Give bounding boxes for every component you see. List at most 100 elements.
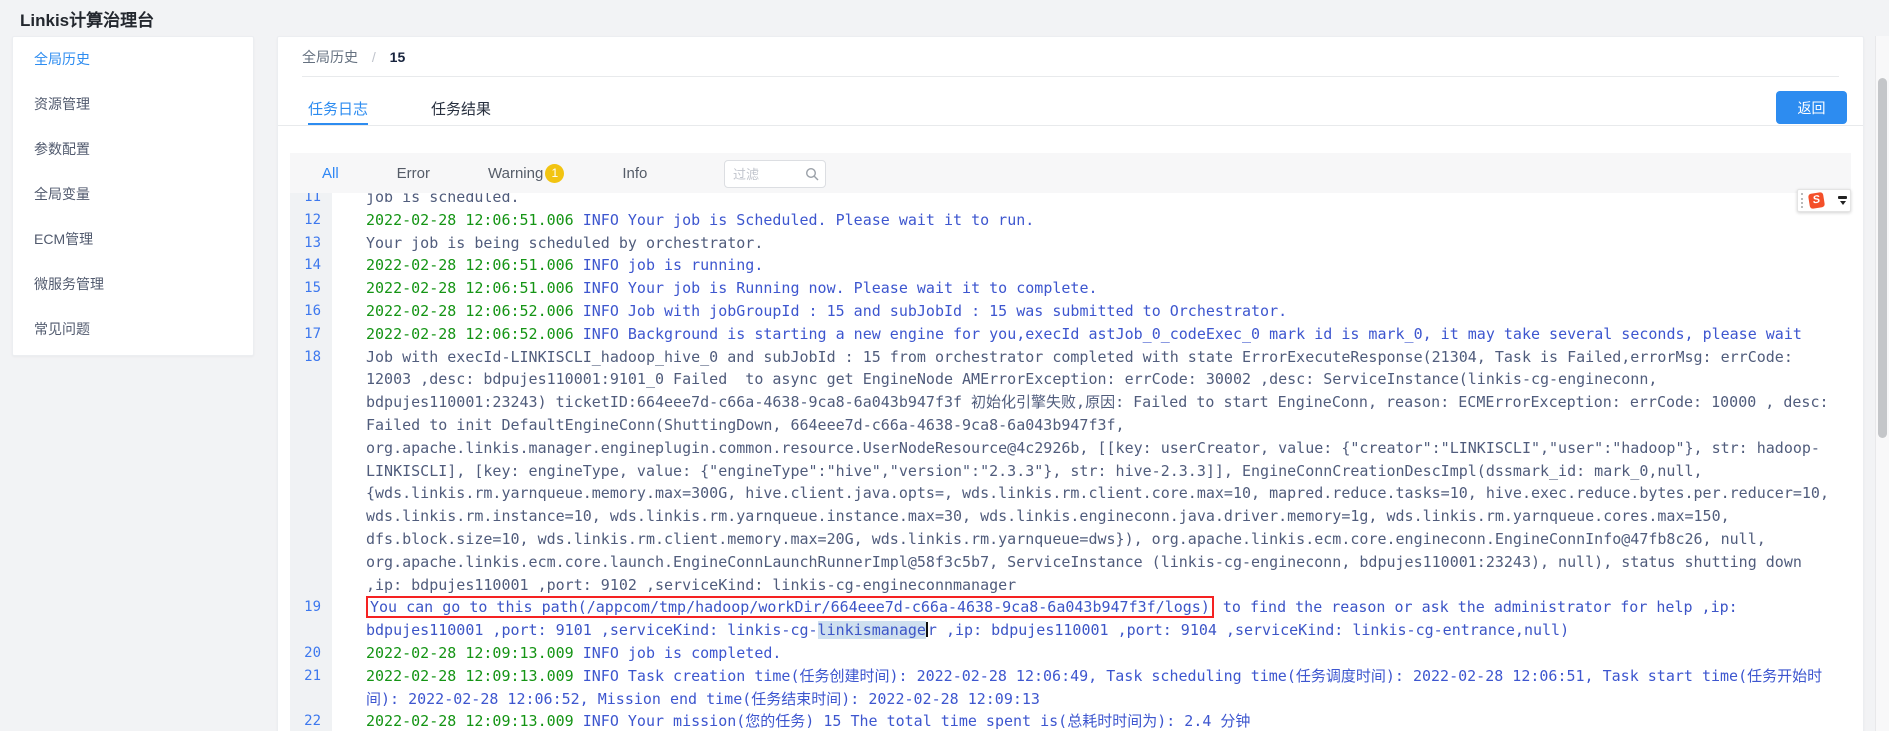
log-text: 2022-02-28 12:06:51.006 INFO Your job is… [332, 209, 1851, 232]
log-text: 2022-02-28 12:09:13.009 INFO Your missio… [332, 710, 1851, 731]
back-button[interactable]: 返回 [1776, 91, 1847, 124]
ime-menu-icon[interactable] [1838, 196, 1847, 205]
log-row: 19 You can go to this path(/appcom/tmp/ha… [290, 596, 1851, 642]
tab-task-result[interactable]: 任务结果 [431, 98, 491, 119]
log-text: Job with execId-LINKISCLI_hadoop_hive_0 … [332, 346, 1851, 597]
log-highlight-box: You can go to this path(/appcom/tmp/hado… [366, 596, 1214, 618]
vertical-scrollbar[interactable] [1875, 36, 1889, 731]
log-segment: 2022-02-28 12:06:51.006 [366, 211, 574, 229]
log-filter-tab[interactable]: Warning1 [488, 164, 564, 183]
breadcrumb-divider [302, 76, 1839, 77]
linkis-console-page: Linkis计算治理台 全局历史资源管理参数配置全局变量ECM管理微服务管理常见… [0, 0, 1889, 731]
log-text: Your job is being scheduled by orchestra… [332, 232, 1851, 255]
log-segment: Job with execId-LINKISCLI_hadoop_hive_0 … [366, 348, 1838, 594]
log-filter-tab[interactable]: Error [397, 165, 430, 182]
log-text: 2022-02-28 12:09:13.009 INFO Task creati… [332, 665, 1851, 711]
log-segment: r ,ip: bdpujes110001 ,port: 9104 ,servic… [928, 621, 1569, 639]
sidebar-item[interactable]: 参数配置 [13, 127, 253, 172]
sidebar-item[interactable]: 资源管理 [13, 82, 253, 127]
log-segment: 2022-02-28 12:06:51.006 [366, 279, 574, 297]
breadcrumb-separator: / [372, 49, 376, 65]
log-row: 202022-02-28 12:09:13.009 INFO job is co… [290, 642, 1851, 665]
selected-text: linkismanage [818, 621, 926, 639]
log-text: 2022-02-28 12:06:52.006 INFO Background … [332, 323, 1851, 346]
page-title: Linkis计算治理台 [20, 6, 154, 31]
sidebar: 全局历史资源管理参数配置全局变量ECM管理微服务管理常见问题 [12, 36, 254, 356]
sidebar-item[interactable]: 全局历史 [13, 37, 253, 82]
drag-handle-icon[interactable] [1801, 193, 1805, 208]
line-number: 11 [290, 193, 332, 209]
log-text: 2022-02-28 12:06:51.006 INFO Your job is… [332, 277, 1851, 300]
line-number: 13 [290, 232, 332, 255]
log-row: 172022-02-28 12:06:52.006 INFO Backgroun… [290, 323, 1851, 346]
log-filter-field [724, 160, 826, 188]
log-filter-tab[interactable]: All [322, 165, 339, 182]
line-number: 18 [290, 346, 332, 597]
log-segment: job is scheduled. [366, 193, 520, 206]
log-filter-tab[interactable]: Info [622, 165, 647, 182]
log-segment: 2022-02-28 12:06:51.006 [366, 256, 574, 274]
scrollbar-thumb[interactable] [1878, 78, 1887, 438]
log-segment: Your job is being scheduled by orchestra… [366, 234, 763, 252]
log-filter-bar: All Error Warning1 Info [290, 153, 1851, 193]
log-segment: INFO job is completed. [574, 644, 782, 662]
log-row: 212022-02-28 12:09:13.009 INFO Task crea… [290, 665, 1851, 711]
main-content-card: 全局历史 / 15 任务日志 任务结果 返回 All Error Warning1 I… [277, 36, 1864, 731]
tab-divider [278, 125, 1863, 126]
log-segment: 2022-02-28 12:09:13.009 [366, 644, 574, 662]
breadcrumb-current: 15 [390, 49, 406, 65]
log-segment: INFO Your job is Scheduled. Please wait … [574, 211, 1035, 229]
log-segment: INFO Background is starting a new engine… [574, 325, 1802, 343]
log-segment: INFO Your job is Running now. Please wai… [574, 279, 1098, 297]
log-row: 18Job with execId-LINKISCLI_hadoop_hive_… [290, 346, 1851, 597]
sidebar-item[interactable]: 全局变量 [13, 172, 253, 217]
line-number: 20 [290, 642, 332, 665]
log-segment: INFO Job with jobGroupId : 15 and subJob… [574, 302, 1287, 320]
log-text: You can go to this path(/appcom/tmp/hado… [332, 596, 1851, 642]
log-segment: 2022-02-28 12:09:13.009 [366, 712, 574, 730]
log-segment: INFO Task creation time(任务创建时间): 2022-02… [366, 667, 1822, 708]
log-row: 162022-02-28 12:06:52.006 INFO Job with … [290, 300, 1851, 323]
sidebar-item[interactable]: ECM管理 [13, 217, 253, 262]
log-level-filters: All Error Warning1 Info [322, 153, 705, 193]
log-filter-label: Info [622, 165, 647, 182]
tab-task-log[interactable]: 任务日志 [308, 98, 368, 119]
line-number: 19 [290, 596, 332, 642]
sidebar-item[interactable]: 常见问题 [13, 307, 253, 352]
log-filter-label: Error [397, 165, 430, 182]
sogou-logo-icon[interactable]: S [1808, 192, 1825, 209]
sidebar-nav: 全局历史资源管理参数配置全局变量ECM管理微服务管理常见问题 [13, 37, 253, 352]
log-segment: 2022-02-28 12:06:52.006 [366, 302, 574, 320]
log-row: 152022-02-28 12:06:51.006 INFO Your job … [290, 277, 1851, 300]
line-number: 17 [290, 323, 332, 346]
line-number: 14 [290, 254, 332, 277]
log-segment: 2022-02-28 12:06:52.006 [366, 325, 574, 343]
log-text: 2022-02-28 12:09:13.009 INFO job is comp… [332, 642, 1851, 665]
search-icon[interactable] [805, 167, 819, 181]
log-segment: 2022-02-28 12:09:13.009 [366, 667, 574, 685]
breadcrumb: 全局历史 / 15 [302, 47, 405, 67]
log-row: 14 2022-02-28 12:06:51.006 INFO job is ru… [290, 254, 1851, 277]
log-row: 122022-02-28 12:06:51.006 INFO Your job … [290, 209, 1851, 232]
log-filter-input[interactable] [725, 167, 805, 182]
line-number: 22 [290, 710, 332, 731]
ime-toolbar[interactable]: S [1797, 189, 1851, 212]
log-segment: INFO Your mission(您的任务) 15 The total tim… [574, 712, 1251, 730]
log-row: 222022-02-28 12:09:13.009 INFO Your miss… [290, 710, 1851, 731]
line-number: 15 [290, 277, 332, 300]
log-filter-label: All [322, 165, 339, 182]
log-viewer[interactable]: 11job is scheduled.122022-02-28 12:06:51… [290, 193, 1851, 731]
line-number: 16 [290, 300, 332, 323]
log-row: 11 job is scheduled. [290, 193, 1851, 209]
breadcrumb-parent-link[interactable]: 全局历史 [302, 49, 358, 65]
line-number: 21 [290, 665, 332, 711]
line-number: 12 [290, 209, 332, 232]
log-segment: INFO job is running. [574, 256, 764, 274]
log-filter-label: Warning [488, 165, 543, 182]
warning-count-badge: 1 [545, 164, 564, 183]
log-row: 13 Your job is being scheduled by orchest… [290, 232, 1851, 255]
log-lines: 11job is scheduled.122022-02-28 12:06:51… [290, 193, 1851, 731]
log-text: 2022-02-28 12:06:52.006 INFO Job with jo… [332, 300, 1851, 323]
log-text: job is scheduled. [332, 193, 1851, 209]
sidebar-item[interactable]: 微服务管理 [13, 262, 253, 307]
